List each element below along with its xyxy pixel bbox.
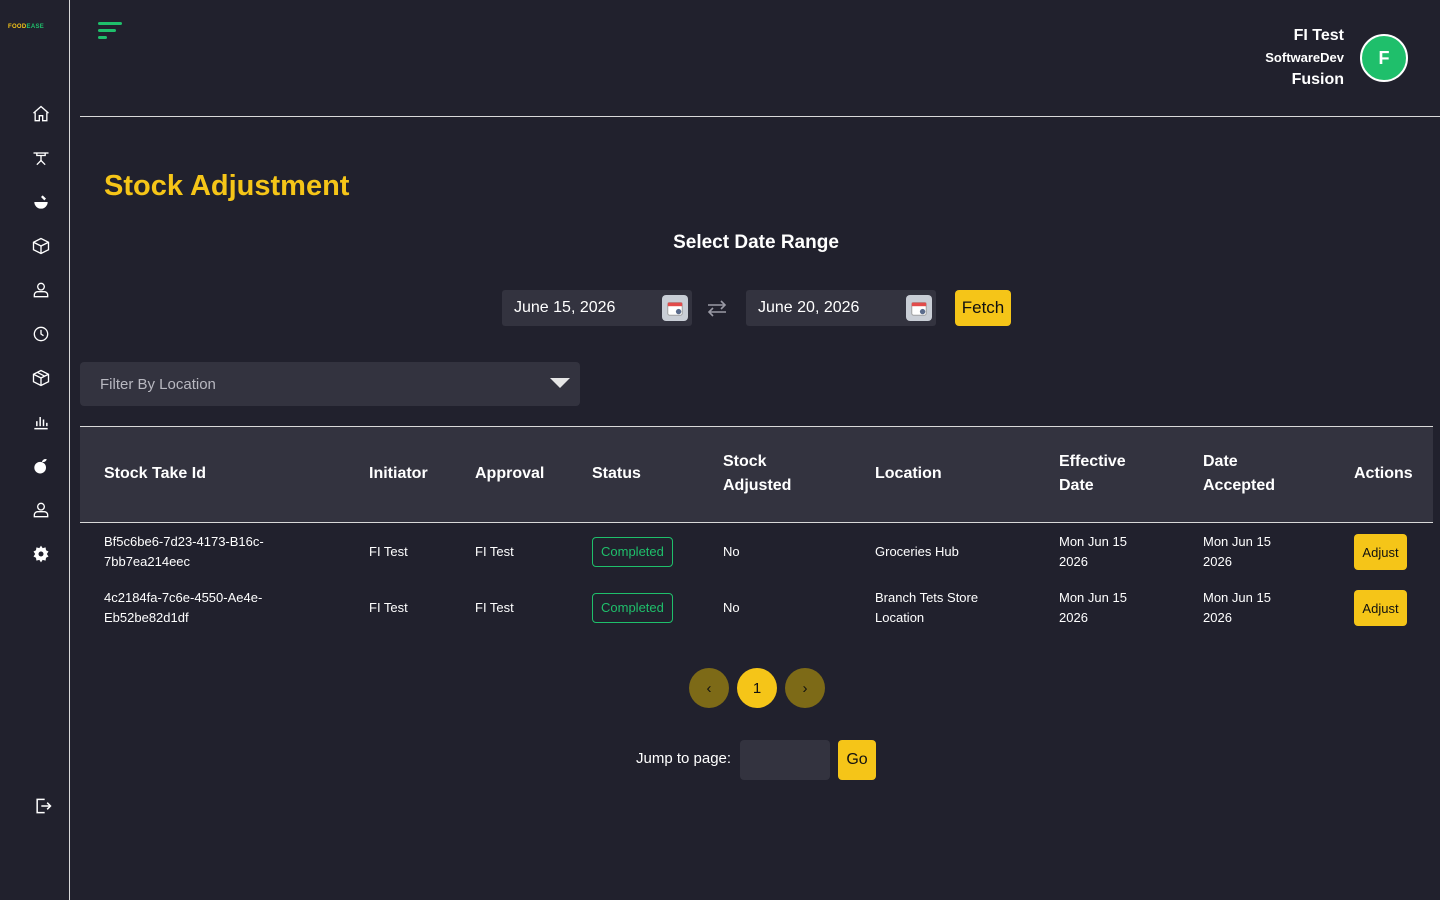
prev-page-button[interactable]: ‹ xyxy=(689,668,729,708)
initiator-cell: FI Test xyxy=(369,600,408,615)
effective-date-line2: 2026 xyxy=(1059,554,1088,569)
column-header-stock-adjusted-line2: Adjusted xyxy=(723,477,792,494)
column-header-effective-date[interactable]: Effective Date xyxy=(1059,450,1126,498)
location-filter-select[interactable]: Filter By Location xyxy=(80,362,580,406)
stock-take-id-line2: 7bb7ea214eec xyxy=(104,554,191,569)
column-header-effective-date-line1: Effective xyxy=(1059,453,1126,470)
app-logo[interactable]: FOODEASE xyxy=(8,24,44,30)
status-badge: Completed xyxy=(592,537,673,567)
avatar[interactable]: F xyxy=(1360,34,1408,82)
jump-to-page-label: Jump to page: xyxy=(636,750,732,767)
effective-date-cell: Mon Jun 15 2026 xyxy=(1059,532,1127,572)
calendar-icon[interactable] xyxy=(662,295,688,321)
go-button[interactable]: Go xyxy=(838,740,876,780)
effective-date-line1: Mon Jun 15 xyxy=(1059,534,1127,549)
food-icon[interactable] xyxy=(30,191,52,213)
location-filter-placeholder: Filter By Location xyxy=(100,375,216,393)
stock-adjusted-cell: No xyxy=(723,600,740,615)
user-name: FI Test xyxy=(1293,27,1344,44)
approval-cell: FI Test xyxy=(475,600,514,615)
next-page-button[interactable]: › xyxy=(785,668,825,708)
sidebar: FOODEASE xyxy=(0,0,70,900)
stock-take-id-line2: Eb52be82d1df xyxy=(104,610,189,625)
location-cell: Branch Tets Store Location xyxy=(875,588,978,628)
user-org: SoftwareDev xyxy=(1265,50,1344,65)
bar-chart-icon[interactable] xyxy=(30,411,52,433)
menu-toggle-icon[interactable] xyxy=(98,20,124,42)
table-row: Bf5c6be6-7d23-4173-B16c- 7bb7ea214eec FI… xyxy=(80,524,1433,580)
location-line2: Location xyxy=(875,610,925,625)
column-header-date-accepted-line2: Accepted xyxy=(1203,477,1276,494)
jump-to-page-input[interactable] xyxy=(740,740,830,780)
stock-take-id-cell: 4c2184fa-7c6e-4550-Ae4e- Eb52be82d1df xyxy=(104,588,262,628)
adjust-button[interactable]: Adjust xyxy=(1354,590,1407,626)
home-icon[interactable] xyxy=(30,103,52,125)
location-line1: Groceries Hub xyxy=(875,544,959,559)
stock-take-id-line1: Bf5c6be6-7d23-4173-B16c- xyxy=(104,534,264,549)
stock-take-id-cell: Bf5c6be6-7d23-4173-B16c- 7bb7ea214eec xyxy=(104,532,264,572)
fetch-button[interactable]: Fetch xyxy=(955,290,1011,326)
column-header-status[interactable]: Status xyxy=(592,462,641,486)
column-header-date-accepted-line1: Date xyxy=(1203,453,1238,470)
initiator-cell: FI Test xyxy=(369,544,408,559)
logout-icon[interactable] xyxy=(33,796,53,816)
stock-take-id-line1: 4c2184fa-7c6e-4550-Ae4e- xyxy=(104,590,263,605)
date-accepted-line2: 2026 xyxy=(1203,554,1232,569)
column-header-initiator[interactable]: Initiator xyxy=(369,462,428,486)
start-date-input[interactable]: June 15, 2026 xyxy=(502,290,692,326)
effective-date-line1: Mon Jun 15 xyxy=(1059,590,1127,605)
date-accepted-cell: Mon Jun 15 2026 xyxy=(1203,588,1271,628)
gear-icon[interactable] xyxy=(30,543,52,565)
user-profile-icon[interactable] xyxy=(30,499,52,521)
stock-adjusted-cell: No xyxy=(723,544,740,559)
date-accepted-cell: Mon Jun 15 2026 xyxy=(1203,532,1271,572)
clock-icon[interactable] xyxy=(30,323,52,345)
column-header-stock-take-id[interactable]: Stock Take Id xyxy=(104,462,206,486)
user-role: Fusion xyxy=(1291,71,1344,88)
approval-cell: FI Test xyxy=(475,544,514,559)
page-title: Stock Adjustment xyxy=(104,170,350,202)
column-header-approval[interactable]: Approval xyxy=(475,462,544,486)
user-icon[interactable] xyxy=(30,279,52,301)
column-header-date-accepted[interactable]: Date Accepted xyxy=(1203,450,1275,498)
location-cell: Groceries Hub xyxy=(875,542,959,562)
logo-text-part1: FOOD xyxy=(8,24,27,30)
date-range-title: Select Date Range xyxy=(673,232,839,253)
effective-date-line2: 2026 xyxy=(1059,610,1088,625)
fruit-icon[interactable] xyxy=(30,455,52,477)
column-header-effective-date-line2: Date xyxy=(1059,477,1094,494)
end-date-value: June 20, 2026 xyxy=(758,299,860,316)
header-divider xyxy=(80,116,1440,117)
table-header: Stock Take Id Initiator Approval Status … xyxy=(80,426,1433,523)
column-header-actions: Actions xyxy=(1354,465,1413,482)
end-date-input[interactable]: June 20, 2026 xyxy=(746,290,936,326)
page-number-button[interactable]: 1 xyxy=(737,668,777,708)
dining-table-icon[interactable] xyxy=(30,147,52,169)
location-line1: Branch Tets Store xyxy=(875,590,979,605)
date-accepted-line1: Mon Jun 15 xyxy=(1203,590,1271,605)
user-info: FI Test SoftwareDev Fusion xyxy=(1265,26,1344,90)
column-header-stock-adjusted[interactable]: Stock Adjusted xyxy=(723,450,791,498)
adjust-button[interactable]: Adjust xyxy=(1354,534,1407,570)
start-date-value: June 15, 2026 xyxy=(514,299,616,316)
calendar-icon[interactable] xyxy=(906,295,932,321)
date-accepted-line1: Mon Jun 15 xyxy=(1203,534,1271,549)
status-badge: Completed xyxy=(592,593,673,623)
column-header-stock-adjusted-line1: Stock xyxy=(723,453,767,470)
table-row: 4c2184fa-7c6e-4550-Ae4e- Eb52be82d1df FI… xyxy=(80,580,1433,636)
effective-date-cell: Mon Jun 15 2026 xyxy=(1059,588,1127,628)
swap-arrows-icon xyxy=(706,298,728,318)
date-accepted-line2: 2026 xyxy=(1203,610,1232,625)
chevron-down-icon xyxy=(550,378,570,388)
logo-text-part2: EASE xyxy=(26,24,45,30)
package-icon[interactable] xyxy=(30,367,52,389)
column-header-location[interactable]: Location xyxy=(875,462,942,486)
